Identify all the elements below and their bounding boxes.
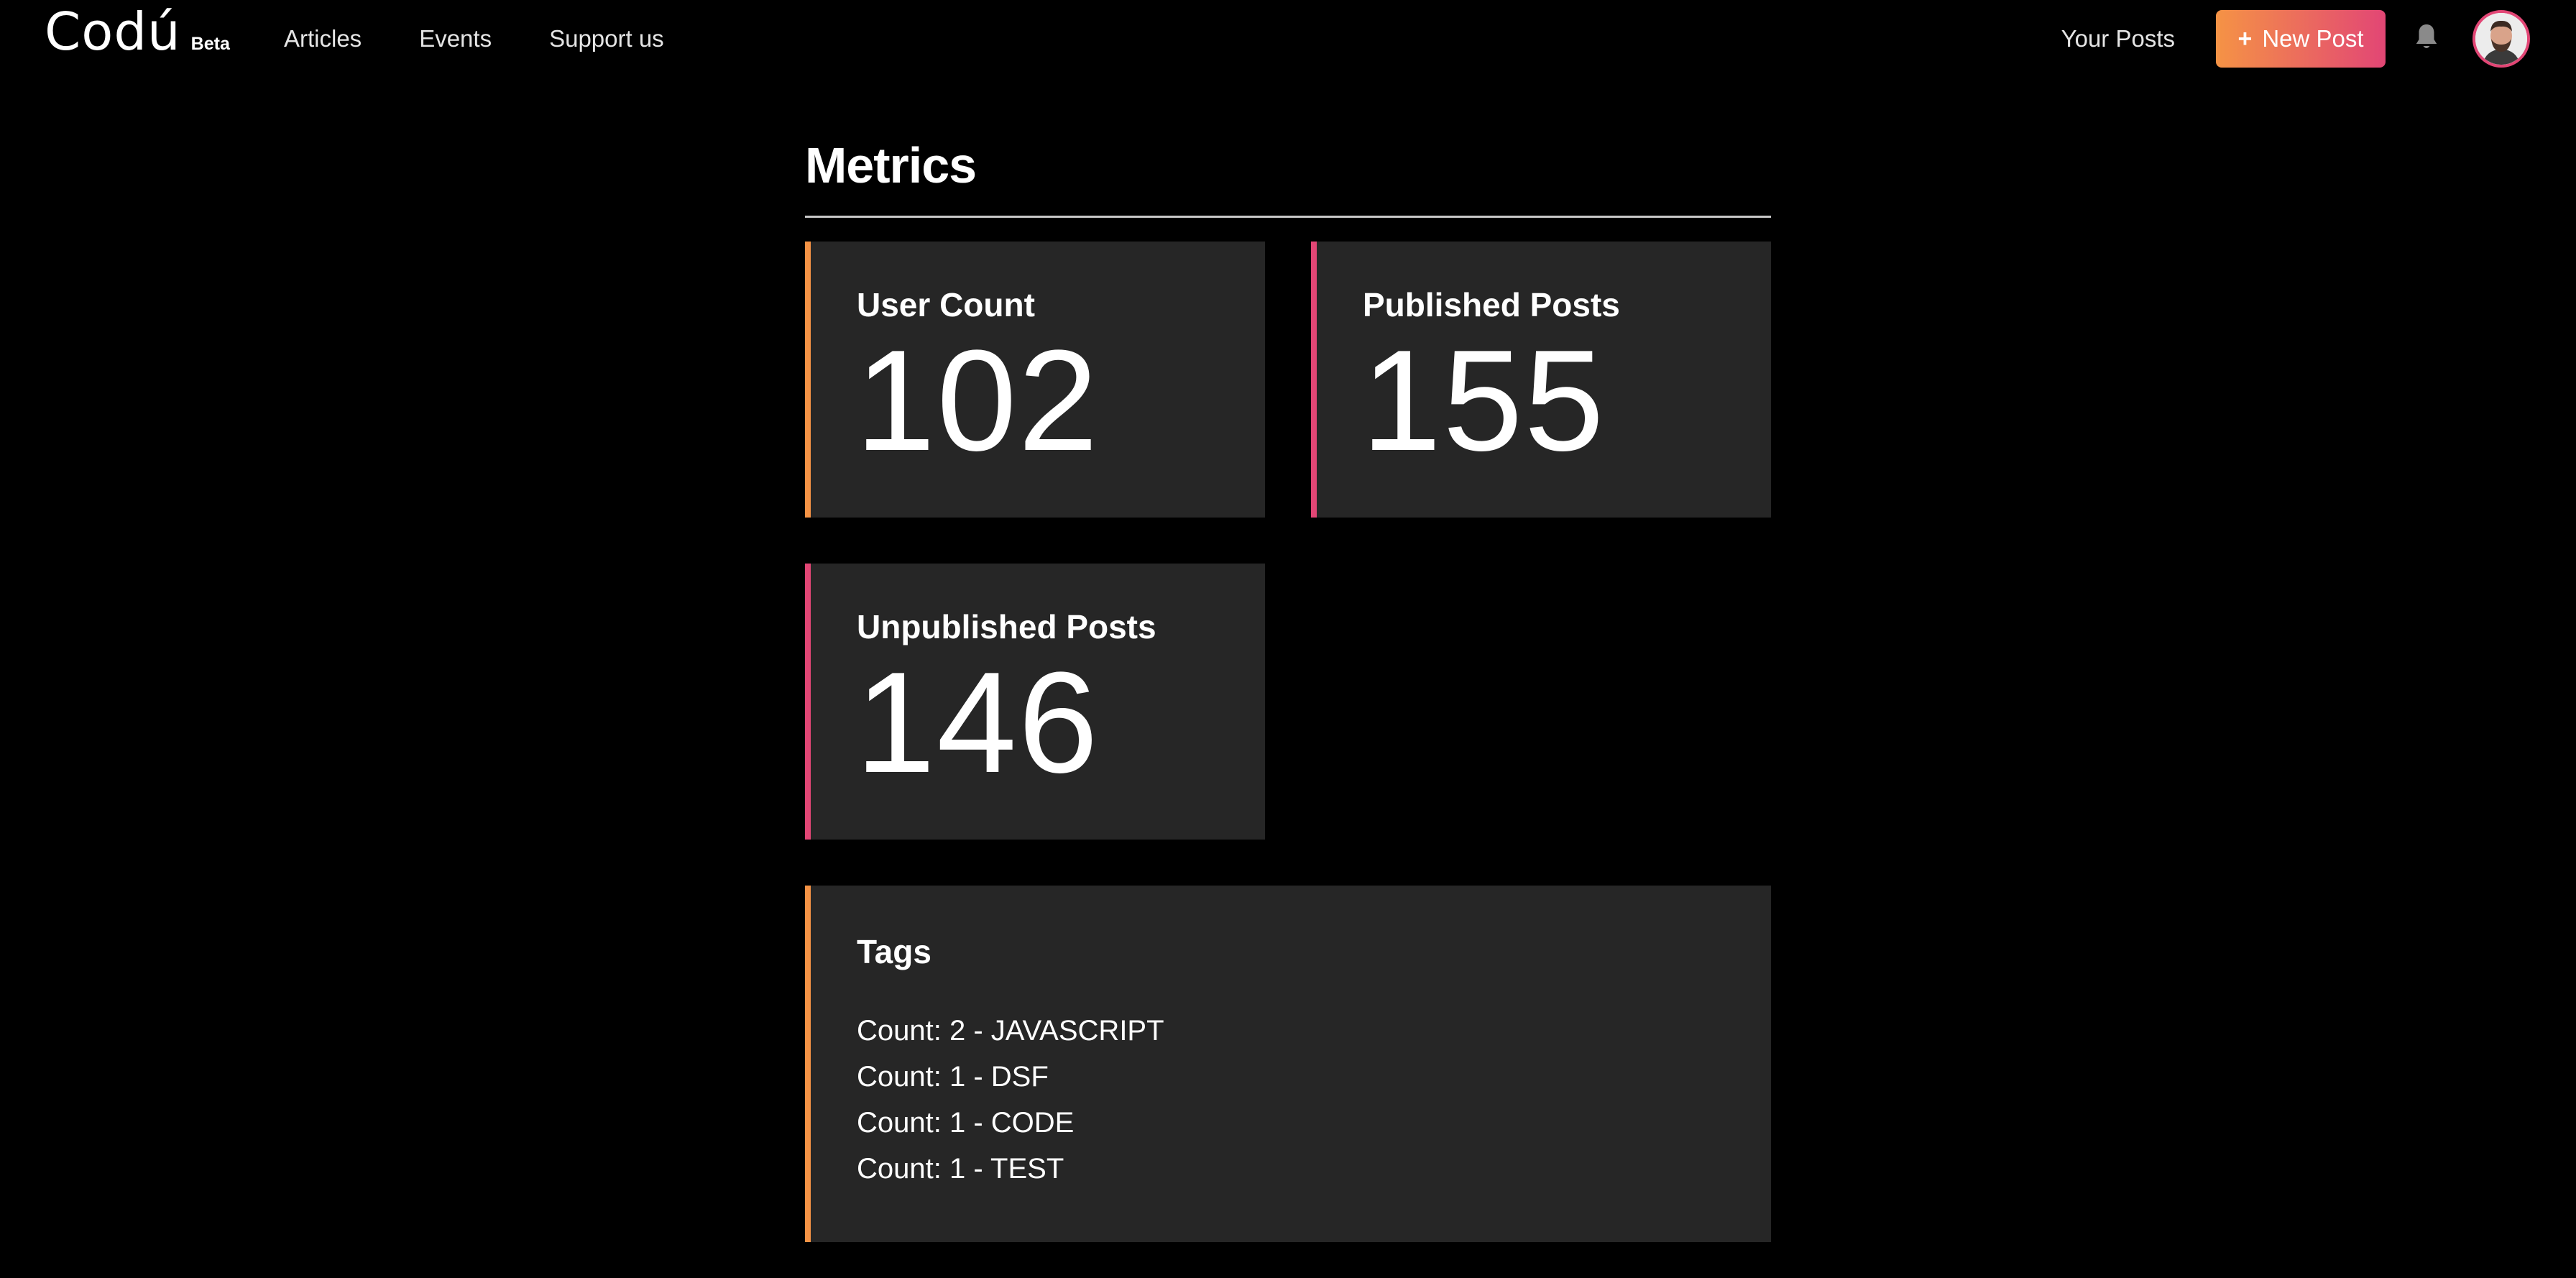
tags-card: Tags Count: 2 - JAVASCRIPT Count: 1 - DS… xyxy=(805,886,1771,1242)
avatar[interactable] xyxy=(2472,10,2530,68)
metric-label: Unpublished Posts xyxy=(857,608,1156,645)
tag-count-item: Count: 1 - CODE xyxy=(857,1107,1075,1139)
metric-value: 146 xyxy=(855,643,1100,803)
bell-icon[interactable] xyxy=(2414,22,2439,53)
page-title: Metrics xyxy=(805,137,977,193)
your-posts-link[interactable]: Your Posts xyxy=(2061,24,2175,53)
user-avatar-icon xyxy=(2475,13,2527,65)
new-post-button[interactable]: + New Post xyxy=(2216,10,2386,68)
logo[interactable]: Codú Beta xyxy=(45,6,230,58)
beta-badge: Beta xyxy=(190,34,230,54)
metric-label: Published Posts xyxy=(1363,286,1620,323)
metrics-grid: User Count 102 Published Posts 155 Unpub… xyxy=(805,218,1771,1242)
nav-link-support-us[interactable]: Support us xyxy=(549,24,664,53)
metrics-page: Metrics User Count 102 Published Posts 1… xyxy=(805,122,1771,1242)
metric-value: 102 xyxy=(855,321,1100,481)
top-navbar: Codú Beta Articles Events Support us You… xyxy=(0,0,2576,79)
metric-card-published-posts: Published Posts 155 xyxy=(1311,242,1771,518)
nav-link-articles[interactable]: Articles xyxy=(284,24,362,53)
metric-card-unpublished-posts: Unpublished Posts 146 xyxy=(805,564,1265,840)
nav-link-events[interactable]: Events xyxy=(419,24,492,53)
plus-icon: + xyxy=(2237,25,2253,52)
logo-text: Codú xyxy=(45,1,181,62)
tag-count-item: Count: 1 - TEST xyxy=(857,1153,1064,1185)
tags-list: Count: 2 - JAVASCRIPT Count: 1 - DSF Cou… xyxy=(857,1008,1164,1192)
main-nav: Articles Events Support us xyxy=(284,24,664,53)
metric-label: User Count xyxy=(857,286,1035,323)
metric-value: 155 xyxy=(1361,321,1606,481)
metric-card-user-count: User Count 102 xyxy=(805,242,1265,518)
new-post-label: New Post xyxy=(2262,25,2364,52)
tags-title: Tags xyxy=(857,933,932,970)
tag-count-item: Count: 2 - JAVASCRIPT xyxy=(857,1015,1164,1047)
tag-count-item: Count: 1 - DSF xyxy=(857,1061,1049,1093)
